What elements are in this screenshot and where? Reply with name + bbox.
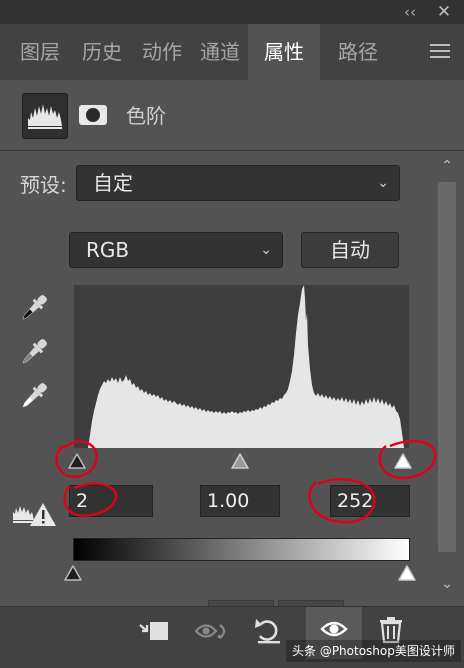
white-point-handle — [394, 453, 412, 469]
input-levels-slider[interactable] — [56, 448, 428, 478]
divider — [0, 150, 464, 151]
tab-properties[interactable]: 属性 — [248, 24, 320, 80]
panel-title-strip: ‹‹ ✕ — [0, 0, 464, 24]
tab-history[interactable]: 历史 — [72, 24, 132, 80]
watermark-text: 头条 @Photoshop美图设计师 — [286, 640, 461, 662]
panel-title: 色阶 — [126, 104, 166, 128]
preset-label: 预设: — [20, 173, 67, 197]
scroll-up-icon[interactable]: ⌃ — [434, 154, 460, 178]
gray-point-eyedropper-icon[interactable] — [16, 334, 52, 370]
view-previous-state-icon[interactable] — [190, 607, 236, 659]
histogram-shape — [74, 285, 404, 448]
output-white-handle — [398, 565, 416, 581]
preset-dropdown[interactable]: 自定 ⌄ — [76, 165, 400, 201]
output-levels-slider[interactable] — [56, 562, 428, 588]
white-point-eyedropper-icon[interactable] — [16, 378, 52, 414]
chevron-down-icon: ⌄ — [260, 242, 272, 258]
input-gamma-field[interactable]: 1.00 — [200, 485, 280, 517]
panel-scrollbar[interactable]: ⌃ ⌄ — [434, 154, 460, 596]
tab-paths[interactable]: 路径 — [324, 24, 392, 80]
tab-channels[interactable]: 通道 — [192, 24, 248, 80]
scroll-thumb[interactable] — [438, 182, 456, 552]
gamma-handle — [231, 453, 249, 469]
preset-value: 自定 — [93, 171, 133, 195]
channel-dropdown[interactable]: RGB ⌄ — [69, 232, 283, 268]
output-black-handle — [64, 565, 82, 581]
chevron-down-icon: ⌄ — [377, 175, 389, 191]
output-gradient-bar — [73, 538, 410, 561]
tab-layers[interactable]: 图层 — [8, 24, 72, 80]
panel-tab-bar: 图层 历史 动作 通道 属性 路径 — [0, 24, 464, 80]
close-panel-icon[interactable]: ✕ — [432, 2, 456, 22]
tab-actions[interactable]: 动作 — [132, 24, 192, 80]
histogram-icon[interactable] — [22, 93, 68, 139]
black-point-handle — [68, 453, 86, 469]
levels-histogram — [74, 285, 409, 448]
scroll-down-icon[interactable]: ⌄ — [434, 572, 460, 596]
auto-button[interactable]: 自动 — [301, 232, 399, 268]
panel-menu-icon[interactable] — [430, 44, 450, 60]
input-black-field[interactable]: 2 — [69, 485, 153, 517]
clipping-warning-icon[interactable] — [12, 498, 58, 528]
channel-value: RGB — [86, 238, 130, 262]
clip-to-layer-icon[interactable] — [132, 607, 178, 659]
black-point-eyedropper-icon[interactable] — [16, 290, 52, 326]
input-white-field[interactable]: 252 — [330, 485, 410, 517]
mask-icon[interactable] — [76, 98, 110, 132]
collapse-panel-icon[interactable]: ‹‹ — [398, 2, 422, 22]
